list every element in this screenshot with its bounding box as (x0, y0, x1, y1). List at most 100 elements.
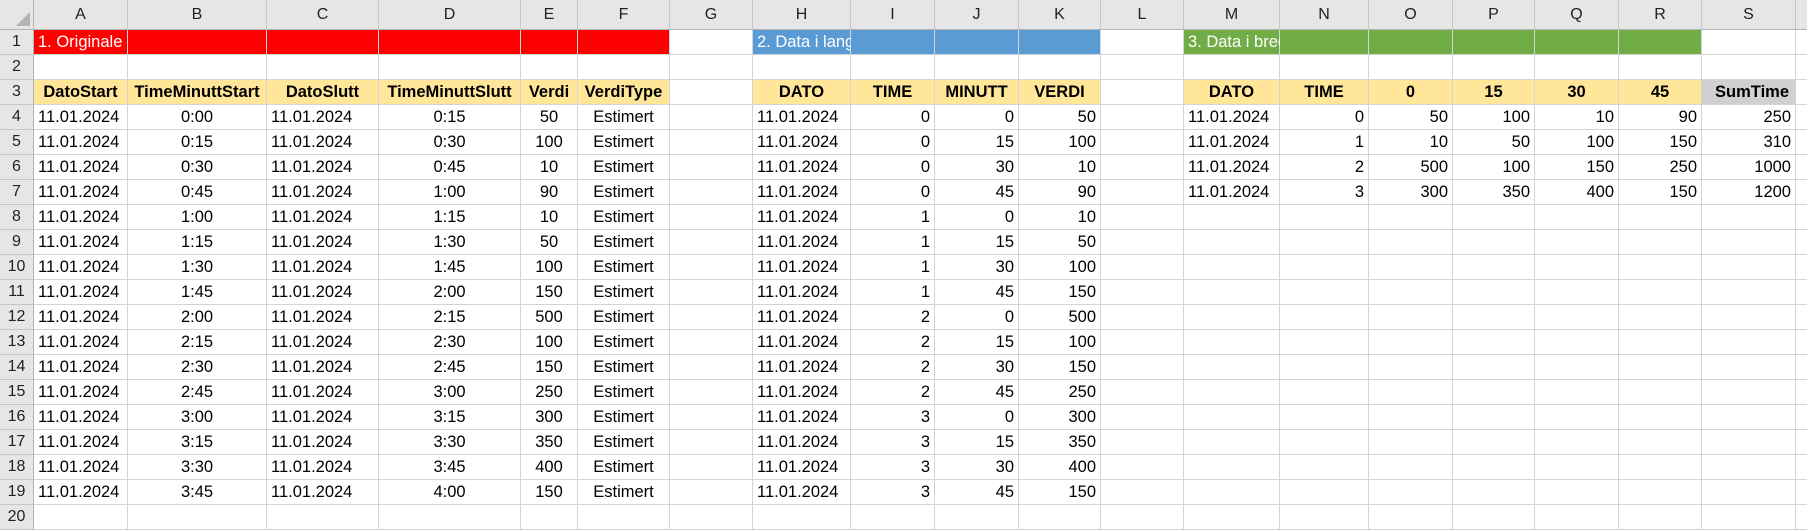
column-header-o[interactable]: O (1369, 0, 1453, 30)
cell-r11[interactable] (1619, 280, 1702, 305)
cell-q8[interactable] (1535, 205, 1619, 230)
cell-f16[interactable]: Estimert (578, 405, 670, 430)
cell-g1[interactable] (670, 30, 753, 55)
cell-r19[interactable] (1619, 480, 1702, 505)
cell-j4[interactable]: 0 (935, 105, 1019, 130)
cell-m20[interactable] (1184, 505, 1280, 530)
cell-j6[interactable]: 30 (935, 155, 1019, 180)
cell-e10[interactable]: 100 (521, 255, 578, 280)
cell-a8[interactable]: 11.01.2024 (34, 205, 128, 230)
cell-b12[interactable]: 2:00 (128, 305, 267, 330)
cell-h9[interactable]: 11.01.2024 (753, 230, 851, 255)
cell-c12[interactable]: 11.01.2024 (267, 305, 379, 330)
cell-m18[interactable] (1184, 455, 1280, 480)
cell-p18[interactable] (1453, 455, 1535, 480)
cell-j10[interactable]: 30 (935, 255, 1019, 280)
cell-b20[interactable] (128, 505, 267, 530)
cell-q15[interactable] (1535, 380, 1619, 405)
cell-j14[interactable]: 30 (935, 355, 1019, 380)
cell-j7[interactable]: 45 (935, 180, 1019, 205)
cell-l7[interactable] (1101, 180, 1184, 205)
cell-l15[interactable] (1101, 380, 1184, 405)
cell-g7[interactable] (670, 180, 753, 205)
cell-p6[interactable]: 100 (1453, 155, 1535, 180)
cell-i1[interactable] (851, 30, 935, 55)
cell-d18[interactable]: 3:45 (379, 455, 521, 480)
cell-b5[interactable]: 0:15 (128, 130, 267, 155)
cell-q7[interactable]: 400 (1535, 180, 1619, 205)
cell-p14[interactable] (1453, 355, 1535, 380)
select-all-corner[interactable] (0, 0, 34, 30)
cell-c14[interactable]: 11.01.2024 (267, 355, 379, 380)
cell-d14[interactable]: 2:45 (379, 355, 521, 380)
cell-k16[interactable]: 300 (1019, 405, 1101, 430)
cell-p16[interactable] (1453, 405, 1535, 430)
cell-f15[interactable]: Estimert (578, 380, 670, 405)
cell-d16[interactable]: 3:15 (379, 405, 521, 430)
cell-s5[interactable]: 310 (1702, 130, 1796, 155)
cell-f10[interactable]: Estimert (578, 255, 670, 280)
cell-k14[interactable]: 150 (1019, 355, 1101, 380)
cell-r8[interactable] (1619, 205, 1702, 230)
cell-b7[interactable]: 0:45 (128, 180, 267, 205)
cell-a1[interactable]: 1. Originale data i langt format (34, 30, 259, 55)
cell-f14[interactable]: Estimert (578, 355, 670, 380)
cell-r16[interactable] (1619, 405, 1702, 430)
cell-f8[interactable]: Estimert (578, 205, 670, 230)
cell-n12[interactable] (1280, 305, 1369, 330)
cell-o5[interactable]: 10 (1369, 130, 1453, 155)
cell-e11[interactable]: 150 (521, 280, 578, 305)
cell-j15[interactable]: 45 (935, 380, 1019, 405)
cell-j11[interactable]: 45 (935, 280, 1019, 305)
cell-o13[interactable] (1369, 330, 1453, 355)
cell-o12[interactable] (1369, 305, 1453, 330)
cell-j18[interactable]: 30 (935, 455, 1019, 480)
cell-h6[interactable]: 11.01.2024 (753, 155, 851, 180)
cell-f6[interactable]: Estimert (578, 155, 670, 180)
cell-q14[interactable] (1535, 355, 1619, 380)
cell-b13[interactable]: 2:15 (128, 330, 267, 355)
cell-r15[interactable] (1619, 380, 1702, 405)
column-header-s[interactable]: S (1702, 0, 1796, 30)
cell-o7[interactable]: 300 (1369, 180, 1453, 205)
cell-b14[interactable]: 2:30 (128, 355, 267, 380)
cell-e18[interactable]: 400 (521, 455, 578, 480)
cell-o15[interactable] (1369, 380, 1453, 405)
cell-n4[interactable]: 0 (1280, 105, 1369, 130)
cell-j5[interactable]: 15 (935, 130, 1019, 155)
cell-e13[interactable]: 100 (521, 330, 578, 355)
cell-b18[interactable]: 3:30 (128, 455, 267, 480)
cell-e9[interactable]: 50 (521, 230, 578, 255)
cell-h18[interactable]: 11.01.2024 (753, 455, 851, 480)
cell-b3[interactable]: TimeMinuttStart (128, 80, 267, 105)
cell-a7[interactable]: 11.01.2024 (34, 180, 128, 205)
cell-m9[interactable] (1184, 230, 1280, 255)
cell-c9[interactable]: 11.01.2024 (267, 230, 379, 255)
cell-s2[interactable] (1702, 55, 1796, 80)
cell-k15[interactable]: 250 (1019, 380, 1101, 405)
cell-h16[interactable]: 11.01.2024 (753, 405, 851, 430)
cell-j17[interactable]: 15 (935, 430, 1019, 455)
column-header-g[interactable]: G (670, 0, 753, 30)
cell-a11[interactable]: 11.01.2024 (34, 280, 128, 305)
cell-c4[interactable]: 11.01.2024 (267, 105, 379, 130)
cell-n17[interactable] (1280, 430, 1369, 455)
cell-s7[interactable]: 1200 (1702, 180, 1796, 205)
cell-f1[interactable] (578, 30, 670, 55)
cell-e20[interactable] (521, 505, 578, 530)
cell-g11[interactable] (670, 280, 753, 305)
row-header-3[interactable]: 3 (0, 80, 34, 105)
row-header-20[interactable]: 20 (0, 505, 34, 530)
cell-k2[interactable] (1019, 55, 1101, 80)
cell-m14[interactable] (1184, 355, 1280, 380)
cell-d4[interactable]: 0:15 (379, 105, 521, 130)
cell-o3[interactable]: 0 (1369, 80, 1453, 105)
cell-c11[interactable]: 11.01.2024 (267, 280, 379, 305)
cell-g15[interactable] (670, 380, 753, 405)
column-header-h[interactable]: H (753, 0, 851, 30)
cell-a17[interactable]: 11.01.2024 (34, 430, 128, 455)
cell-m4[interactable]: 11.01.2024 (1184, 105, 1280, 130)
cell-p15[interactable] (1453, 380, 1535, 405)
cell-g8[interactable] (670, 205, 753, 230)
cell-k11[interactable]: 150 (1019, 280, 1101, 305)
